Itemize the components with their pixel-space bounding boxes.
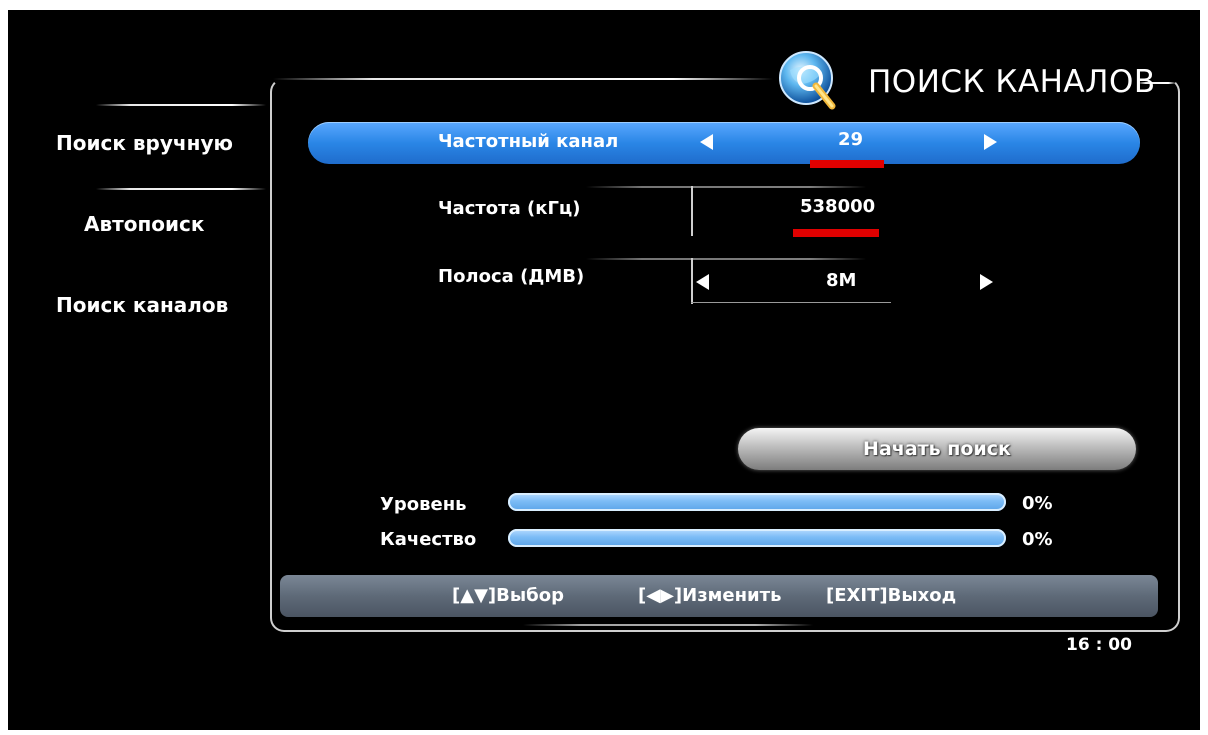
channel-value: 29 [838,129,864,150]
sidebar-item-channel-search[interactable]: Поиск каналов [56,293,228,317]
arrow-left-icon[interactable] [696,274,709,290]
clock: 16 : 00 [1066,635,1132,655]
frequency-value[interactable]: 538000 [800,196,875,217]
channel-row[interactable] [308,122,1140,164]
quality-value: 0% [1022,529,1053,550]
frequency-row-line [586,186,866,188]
tv-screen: ПОИСК КАНАЛОВ Поиск вручную Автопоиск По… [8,10,1200,730]
help-change: [◀▶]Изменить [638,585,782,606]
arrow-left-icon[interactable] [700,134,713,150]
bandwidth-field-edge [691,258,693,304]
bandwidth-field-bottom [691,302,891,303]
sidebar-item-auto-search[interactable]: Автопоиск [84,212,204,236]
level-label: Уровень [380,494,467,515]
help-bar-line [523,624,813,626]
channel-underline [810,160,884,168]
level-value: 0% [1022,493,1053,514]
sidebar-line-mid [96,188,266,190]
arrow-right-icon[interactable] [984,134,997,150]
frequency-field-edge [691,186,693,236]
quality-label: Качество [380,529,477,550]
quality-bar [508,529,1006,547]
level-bar [508,493,1006,511]
sidebar-item-manual-search[interactable]: Поиск вручную [56,131,233,155]
frequency-label: Частота (кГц) [438,198,581,219]
arrow-right-icon[interactable] [980,274,993,290]
channel-label: Частотный канал [438,131,619,152]
start-search-label: Начать поиск [863,438,1011,460]
help-select: [▲▼]Выбор [452,585,564,606]
help-exit: [EXIT]Выход [826,585,957,606]
sidebar-line-top [96,104,266,106]
bandwidth-row-line [586,258,866,260]
bandwidth-value: 8M [826,270,857,291]
start-search-button[interactable]: Начать поиск [738,428,1136,470]
bandwidth-label: Полоса (ДМВ) [438,266,585,287]
frequency-underline [793,229,879,237]
